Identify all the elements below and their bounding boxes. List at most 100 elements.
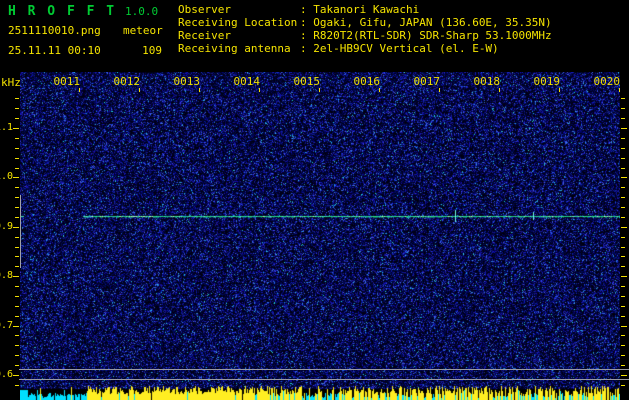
info-label: Receiving Location <box>178 16 298 29</box>
time-tick <box>79 88 80 92</box>
freq-tick <box>15 108 19 109</box>
freq-tick <box>15 365 19 366</box>
level-line <box>19 379 629 380</box>
info-row-receiver: Receiver: R820T2(RTL-SDR) SDR-Sharp 53.1… <box>178 29 552 42</box>
info-row-antenna: Receiving antenna: 2el-HB9CV Vertical (e… <box>178 42 552 55</box>
freq-tick <box>15 118 19 119</box>
time-label: 0019 <box>533 75 561 88</box>
info-label: Receiver <box>178 29 231 42</box>
level-line <box>19 369 629 370</box>
observation-datetime: 25.11.11 00:10 <box>8 44 101 57</box>
info-value: Ogaki, Gifu, JAPAN (136.60E, 35.35N) <box>313 16 552 29</box>
freq-tick <box>15 316 19 317</box>
echo-count: 109 <box>142 44 162 57</box>
time-label: 0013 <box>173 75 201 88</box>
freq-tick <box>15 98 19 99</box>
freq-tick-right <box>621 247 625 248</box>
time-tick <box>439 88 440 92</box>
freq-tick-right <box>621 217 625 218</box>
freq-tick-right <box>621 108 625 109</box>
freq-tick <box>15 168 19 169</box>
freq-label: 0.6 <box>0 369 13 380</box>
time-label: 0014 <box>233 75 261 88</box>
freq-tick-right <box>621 306 625 307</box>
freq-tick <box>15 266 19 267</box>
freq-tick <box>15 335 19 336</box>
info-separator: : <box>300 16 314 29</box>
freq-tick <box>13 326 19 327</box>
freq-tick <box>15 207 19 208</box>
station-info: Observer: Takanori Kawachi Receiving Loc… <box>178 3 552 55</box>
time-tick <box>619 88 620 92</box>
freq-tick <box>15 345 19 346</box>
freq-label: 1.1 <box>0 122 13 133</box>
info-label: Receiving antenna <box>178 42 291 55</box>
app-version: 1.0.0 <box>125 5 159 18</box>
time-tick <box>259 88 260 92</box>
freq-tick-right <box>621 296 625 297</box>
freq-tick-right <box>621 375 627 376</box>
info-row-location: Receiving Location: Ogaki, Gifu, JAPAN (… <box>178 16 552 29</box>
freq-label: 0.9 <box>0 221 13 232</box>
freq-tick <box>13 375 19 376</box>
freq-label: 0.7 <box>0 320 13 331</box>
freq-tick <box>15 247 19 248</box>
observation-mode: meteor <box>123 24 163 37</box>
freq-tick <box>15 148 19 149</box>
freq-tick <box>15 187 19 188</box>
time-label: 0020 <box>593 75 621 88</box>
freq-tick <box>13 177 19 178</box>
time-label: 0011 <box>53 75 81 88</box>
freq-tick-right <box>621 345 625 346</box>
freq-tick <box>15 385 19 386</box>
freq-tick-right <box>621 138 625 139</box>
time-label: 0018 <box>473 75 501 88</box>
freq-tick <box>15 237 19 238</box>
band-marker <box>20 195 21 268</box>
time-label: 0012 <box>113 75 141 88</box>
freq-tick-right <box>621 168 625 169</box>
freq-tick <box>15 138 19 139</box>
freq-tick-right <box>621 177 627 178</box>
info-row-observer: Observer: Takanori Kawachi <box>178 3 552 16</box>
freq-tick-right <box>621 326 627 327</box>
info-separator: : <box>300 42 314 55</box>
freq-tick-right <box>621 207 625 208</box>
time-tick <box>499 88 500 92</box>
freq-tick <box>13 128 19 129</box>
time-tick <box>199 88 200 92</box>
time-tick <box>559 88 560 92</box>
hrofft-screen: H R O F F T 1.0.0 2511110010.png meteor … <box>0 0 629 400</box>
freq-tick <box>15 286 19 287</box>
freq-tick-right <box>621 158 625 159</box>
output-filename: 2511110010.png <box>8 24 101 37</box>
info-label: Observer <box>178 3 231 16</box>
freq-tick-right <box>621 128 627 129</box>
freq-label: 0.8 <box>0 270 13 281</box>
freq-label: 1.0 <box>0 171 13 182</box>
freq-tick <box>15 306 19 307</box>
freq-tick-right <box>621 118 625 119</box>
freq-tick-right <box>621 266 625 267</box>
freq-tick-right <box>621 197 625 198</box>
freq-tick-right <box>621 335 625 336</box>
freq-tick <box>15 296 19 297</box>
freq-tick-right <box>621 227 627 228</box>
freq-tick <box>15 256 19 257</box>
info-value: Takanori Kawachi <box>313 3 420 16</box>
spectrogram-canvas <box>20 72 620 400</box>
freq-tick-right <box>621 355 625 356</box>
time-tick <box>379 88 380 92</box>
app-title: H R O F F T <box>8 4 117 19</box>
freq-tick-right <box>621 237 625 238</box>
freq-tick <box>15 355 19 356</box>
time-label: 0015 <box>293 75 321 88</box>
freq-axis-unit: kHz <box>1 76 21 89</box>
freq-tick <box>13 227 19 228</box>
time-label: 0016 <box>353 75 381 88</box>
freq-tick-right <box>621 256 625 257</box>
time-tick <box>319 88 320 92</box>
info-separator: : <box>300 29 314 42</box>
info-value: 2el-HB9CV Vertical (el. E-W) <box>313 42 499 55</box>
freq-tick <box>15 197 19 198</box>
